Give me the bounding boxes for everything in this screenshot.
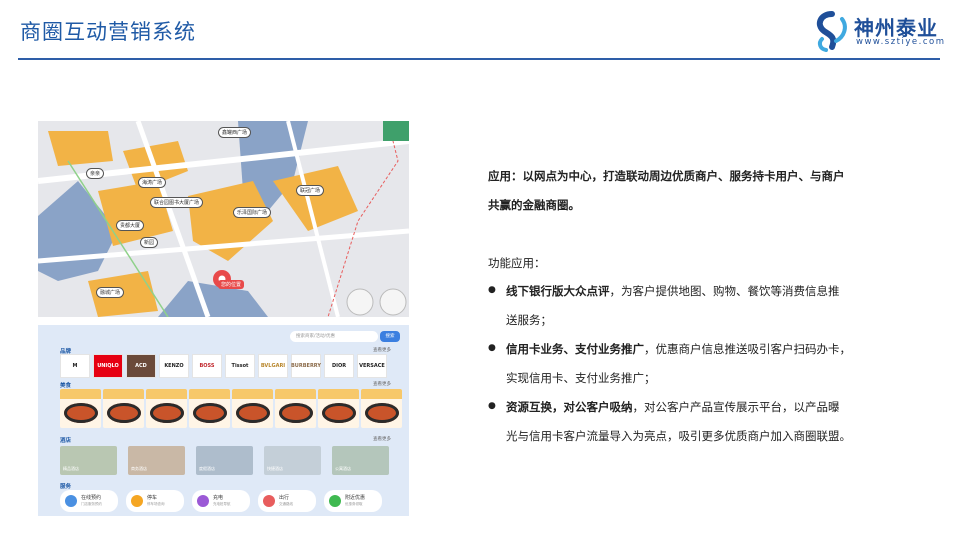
header-divider <box>18 58 940 60</box>
food-card[interactable] <box>232 389 273 428</box>
service-button[interactable]: 充电 充电桩导航 <box>192 490 250 512</box>
map-screenshot: 鑫罐西广场 亲亲 海涛广场 联合园图书大厦广场 贵都大厦 乐泽国际广场 联冠广场… <box>38 121 409 317</box>
map-tag[interactable]: 亲亲 <box>86 168 105 179</box>
brand-logo[interactable]: UNIQLO <box>93 354 123 378</box>
map-tag[interactable]: 乐泽国际广场 <box>233 207 272 218</box>
logo-url: www.sztiye.com <box>856 37 946 47</box>
food-card[interactable] <box>318 389 359 428</box>
intro-line-1: 应用：以网点为中心，打造联动周边优质商户、服务持卡用户、与商户 <box>488 169 845 183</box>
map-tag[interactable]: 联合园图书大厦广场 <box>150 197 204 208</box>
brand-logo[interactable]: BURBERRY <box>291 354 321 378</box>
service-button[interactable]: 在线预约 门店服务预约 <box>60 490 118 512</box>
bullet-item: 资源互换，对公客户吸纳，对公客户产品宣传展示平台，以产品曝 <box>506 400 840 414</box>
more-link[interactable]: 查看更多 <box>373 381 391 387</box>
map-tag[interactable]: 新园 <box>140 237 159 248</box>
bullet-icon: ● <box>488 285 496 295</box>
brand-logo[interactable]: VERSACE <box>357 354 387 378</box>
brand-logo[interactable]: M <box>60 354 90 378</box>
brand-logo[interactable]: ACD <box>126 354 156 378</box>
more-link[interactable]: 查看更多 <box>373 436 391 442</box>
hotel-card[interactable]: 公寓酒店 <box>332 446 389 475</box>
map-tag[interactable]: 海涛广场 <box>138 177 167 188</box>
logo-mark-icon <box>816 11 847 52</box>
intro-line-2: 共赢的金融商圈。 <box>488 198 580 212</box>
service-button[interactable]: 停车 停车场查询 <box>126 490 184 512</box>
map-tag[interactable]: 融城广场 <box>96 287 125 298</box>
brand-logo[interactable]: DIOR <box>324 354 354 378</box>
page-title: 商圈互动营销系统 <box>20 20 196 44</box>
service-button[interactable]: 附近优惠 优惠券领取 <box>324 490 382 512</box>
bullet-item: 线下银行版大众点评，为客户提供地图、购物、餐饮等消费信息推 <box>506 284 840 298</box>
map-tag[interactable]: 联冠广场 <box>296 185 325 196</box>
food-card[interactable] <box>189 389 230 428</box>
location-pin-label: 您的位置 <box>218 280 245 289</box>
bullet-cont: 光与信用卡客户流量导入为亮点，吸引更多优质商户加入商圈联盟。 <box>506 429 851 443</box>
search-button[interactable]: 搜索 <box>380 331 400 342</box>
bullet-icon: ● <box>488 401 496 411</box>
app-screenshot: 搜索商家/活动/优惠 搜索 品牌 查看更多 M UNIQLO ACD KENZO… <box>38 325 409 516</box>
bullet-cont: 送服务； <box>506 313 552 327</box>
company-logo: 神州泰业 www.sztiye.com <box>812 11 946 53</box>
bullet-item: 信用卡业务、支付业务推广，优惠商户信息推送吸引客户扫码办卡， <box>506 342 851 356</box>
hotel-card[interactable]: 商务酒店 <box>128 446 185 475</box>
hotel-card[interactable]: 精品酒店 <box>60 446 117 475</box>
service-button[interactable]: 出行 交通路线 <box>258 490 316 512</box>
bullet-icon: ● <box>488 343 496 353</box>
brand-logo[interactable]: Tissot <box>225 354 255 378</box>
food-card[interactable] <box>275 389 316 428</box>
hotel-card[interactable]: 度假酒店 <box>196 446 253 475</box>
brand-logo[interactable]: KENZO <box>159 354 189 378</box>
more-link[interactable]: 查看更多 <box>373 347 391 353</box>
brand-logo[interactable]: BVLGARI <box>258 354 288 378</box>
brand-logo[interactable]: BOSS <box>192 354 222 378</box>
section-title-stay: 酒店 <box>60 438 72 444</box>
hotel-card[interactable]: 快捷酒店 <box>264 446 321 475</box>
function-title: 功能应用： <box>488 256 546 270</box>
section-title-food: 美食 <box>60 383 72 389</box>
food-card[interactable] <box>146 389 187 428</box>
food-card[interactable] <box>103 389 144 428</box>
search-input[interactable]: 搜索商家/活动/优惠 <box>290 331 378 342</box>
food-card[interactable] <box>60 389 101 428</box>
map-tag[interactable]: 鑫罐西广场 <box>218 127 252 138</box>
bullet-cont: 实现信用卡、支付业务推广； <box>506 371 656 385</box>
food-card[interactable] <box>361 389 402 428</box>
section-title-service: 服务 <box>60 484 72 490</box>
map-tag[interactable]: 贵都大厦 <box>116 220 145 231</box>
